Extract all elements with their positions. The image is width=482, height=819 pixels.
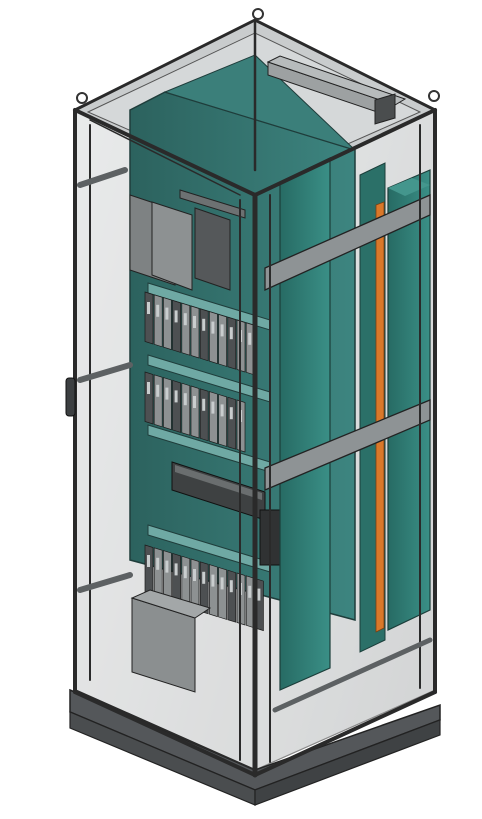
io-module-label-plate	[183, 313, 187, 326]
io-module	[190, 305, 200, 359]
io-module-label-plate	[211, 321, 215, 334]
io-module	[172, 379, 181, 433]
io-module-label-plate	[147, 555, 150, 567]
io-module	[209, 311, 218, 365]
orange-cable-strip	[375, 201, 385, 633]
electrical-cabinet-illustration	[65, 8, 441, 806]
io-module	[209, 391, 218, 445]
io-module-label-plate	[156, 384, 160, 397]
io-module-label-plate	[248, 585, 252, 598]
io-module-label-plate	[211, 574, 215, 587]
io-module-label-plate	[174, 563, 178, 576]
io-module	[181, 382, 191, 436]
io-module-label-plate	[202, 571, 206, 584]
io-module	[144, 544, 154, 598]
io-module-label-plate	[193, 569, 196, 581]
io-module	[181, 302, 191, 356]
io-module	[153, 294, 163, 348]
io-module	[218, 313, 227, 367]
io-module-label-plate	[183, 393, 187, 406]
io-module	[209, 564, 218, 618]
io-module-label-plate	[248, 332, 252, 345]
io-module-label-plate	[165, 560, 169, 573]
io-module-label-plate	[147, 302, 150, 314]
io-module-label-plate	[156, 304, 160, 317]
io-module-label-plate	[165, 387, 169, 400]
io-module-label-plate	[174, 310, 178, 323]
io-module-label-plate	[220, 324, 224, 337]
io-module-label-plate	[183, 566, 187, 579]
io-module	[227, 569, 237, 623]
io-module-label-plate	[202, 398, 206, 411]
io-module	[172, 299, 181, 353]
io-module-label-plate	[229, 327, 233, 340]
io-module	[153, 374, 163, 428]
io-module	[199, 308, 209, 362]
io-module-label-plate	[229, 407, 233, 420]
io-module-label-plate	[211, 401, 215, 414]
io-module	[163, 377, 172, 431]
io-module-label-plate	[193, 316, 196, 328]
io-module	[163, 297, 172, 351]
io-module-label-plate	[220, 404, 224, 417]
io-module-label-plate	[165, 307, 169, 320]
io-module-label-plate	[156, 557, 160, 570]
door-handle	[65, 377, 76, 417]
io-module-label-plate	[257, 588, 261, 601]
io-module	[144, 291, 154, 345]
io-module	[218, 566, 227, 620]
io-module	[227, 316, 237, 370]
io-module	[199, 388, 209, 442]
io-module-label-plate	[147, 382, 150, 394]
io-module-label-plate	[202, 318, 206, 331]
io-module	[227, 396, 237, 450]
cabinet-scene	[0, 0, 482, 819]
io-module	[144, 371, 154, 425]
io-module-label-plate	[174, 390, 178, 403]
io-module-label-plate	[193, 396, 196, 408]
io-module-label-plate	[229, 580, 233, 593]
io-module	[190, 385, 200, 439]
io-module-label-plate	[220, 577, 224, 590]
io-module	[218, 393, 227, 447]
